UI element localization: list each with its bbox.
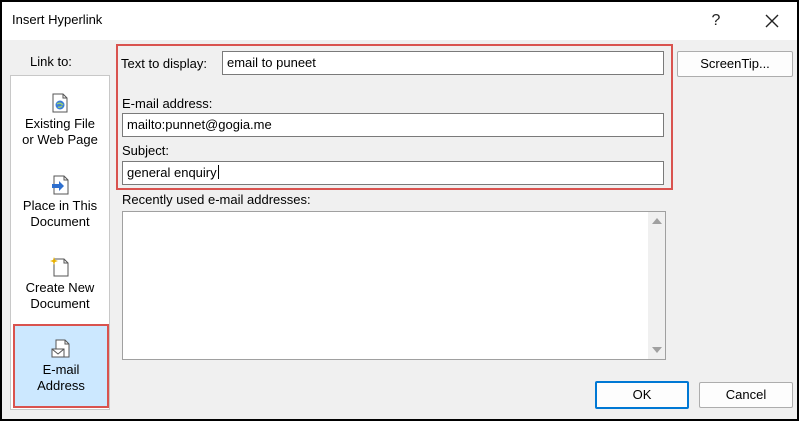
link-option-label-line2: Document (30, 296, 90, 311)
scroll-down-icon[interactable] (652, 347, 662, 353)
email-address-icon (51, 339, 70, 358)
title-bar: Insert Hyperlink ? (2, 2, 797, 40)
text-to-display-input[interactable]: email to puneet (222, 51, 664, 75)
recent-emails-scrollbar[interactable] (648, 212, 665, 359)
scroll-up-icon[interactable] (652, 218, 662, 224)
link-option-label-line2: Document (30, 214, 90, 229)
link-option-existing-file[interactable]: Existing File or Web Page (11, 92, 109, 148)
link-option-label-line1: Create New (25, 280, 95, 295)
text-caret (217, 165, 219, 179)
place-in-document-icon (52, 175, 69, 195)
link-to-label: Link to: (30, 54, 72, 69)
web-page-icon (52, 93, 68, 113)
link-option-place-in-document[interactable]: Place in This Document (11, 174, 109, 230)
help-button[interactable]: ? (705, 9, 727, 33)
text-to-display-label: Text to display: (121, 56, 207, 71)
subject-label: Subject: (122, 143, 169, 158)
window-title: Insert Hyperlink (12, 12, 103, 27)
link-option-label-line2: or Web Page (22, 132, 98, 147)
recent-emails-list[interactable] (122, 211, 666, 360)
link-option-label-line1: E-mail (42, 362, 80, 377)
link-option-label-line2: Address (37, 378, 85, 393)
new-document-icon (50, 257, 69, 277)
subject-value: general enquiry (127, 165, 217, 180)
link-option-label-line1: Existing File (24, 116, 96, 131)
recent-emails-label: Recently used e-mail addresses: (122, 192, 311, 207)
link-option-label-line1: Place in This (22, 198, 98, 213)
link-option-create-new-document[interactable]: Create New Document (11, 256, 109, 312)
subject-input[interactable]: general enquiry (122, 161, 664, 185)
link-option-email-address[interactable]: E-mail Address (13, 324, 109, 408)
link-to-panel: Existing File or Web Page Place in This … (10, 75, 110, 410)
insert-hyperlink-dialog: Insert Hyperlink ? Link to: Existing Fil… (2, 2, 797, 419)
email-address-input[interactable]: mailto:punnet@gogia.me (122, 113, 664, 137)
email-address-label: E-mail address: (122, 96, 213, 111)
cancel-button[interactable]: Cancel (699, 382, 793, 408)
screentip-button[interactable]: ScreenTip... (677, 51, 793, 77)
close-button[interactable] (760, 9, 784, 33)
ok-button[interactable]: OK (595, 381, 689, 409)
close-icon (765, 14, 779, 28)
